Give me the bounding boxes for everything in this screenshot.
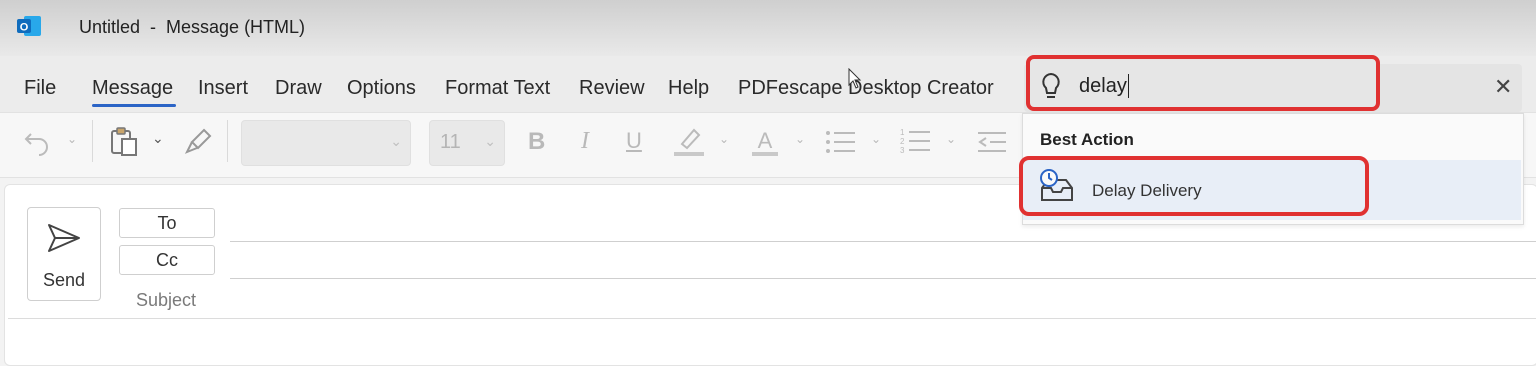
svg-text:1: 1 [900, 128, 905, 137]
send-icon [48, 224, 80, 252]
close-icon[interactable]: ✕ [1494, 74, 1512, 100]
italic-icon[interactable]: I [581, 128, 589, 155]
bold-icon[interactable]: B [528, 128, 545, 156]
paste-icon[interactable] [108, 126, 140, 158]
svg-text:3: 3 [900, 146, 905, 155]
menu-message[interactable]: Message [92, 77, 173, 100]
search-input[interactable]: delay [1079, 75, 1127, 98]
font-size-value: 11 [440, 131, 461, 153]
paste-dropdown-chevron-icon[interactable]: ⌄ [152, 130, 164, 147]
subject-field[interactable] [8, 318, 1536, 319]
format-painter-icon[interactable] [184, 126, 214, 156]
send-button[interactable]: Send [27, 207, 101, 301]
undo-icon[interactable] [22, 126, 52, 156]
menu-review[interactable]: Review [579, 77, 645, 100]
svg-text:A: A [758, 128, 773, 153]
ribbon-separator [227, 120, 228, 162]
to-field[interactable] [230, 241, 1536, 242]
mouse-cursor-icon [848, 68, 862, 89]
svg-text:2: 2 [900, 137, 905, 146]
to-button[interactable]: To [119, 208, 215, 238]
lightbulb-icon [1042, 72, 1060, 98]
active-tab-indicator [92, 104, 176, 107]
bullets-dropdown-chevron-icon[interactable]: ⌄ [871, 132, 881, 146]
outlook-logo-icon: O [17, 16, 41, 36]
menu-draw[interactable]: Draw [275, 77, 322, 100]
menu-file[interactable]: File [24, 77, 56, 100]
bullets-icon[interactable] [825, 128, 857, 156]
numbering-dropdown-chevron-icon[interactable]: ⌄ [946, 132, 956, 146]
window-title: Untitled - Message (HTML) [79, 17, 306, 37]
clock-inbox-icon [1040, 169, 1073, 201]
menu-pdfescape[interactable]: PDFescape Desktop Creator [738, 77, 994, 100]
chevron-down-icon: ⌄ [390, 133, 402, 149]
text-caret [1128, 74, 1129, 98]
subject-label: Subject [136, 290, 197, 310]
underline-icon[interactable]: U [626, 128, 642, 154]
svg-text:O: O [20, 22, 29, 34]
decrease-indent-icon[interactable] [976, 128, 1008, 156]
font-color-dropdown-chevron-icon[interactable]: ⌄ [795, 132, 805, 146]
delay-delivery-label: Delay Delivery [1092, 181, 1202, 200]
chevron-down-icon: ⌄ [484, 133, 496, 149]
cc-button[interactable]: Cc [119, 245, 215, 275]
font-color-icon[interactable]: A [749, 126, 781, 158]
menu-options[interactable]: Options [347, 77, 416, 100]
send-label: Send [42, 270, 86, 290]
font-size-combo[interactable]: 11 ⌄ [429, 120, 505, 166]
numbering-icon[interactable]: 1 2 3 [900, 126, 932, 156]
ribbon-separator [92, 120, 93, 162]
cc-field[interactable] [230, 278, 1536, 279]
best-action-heading: Best Action [1040, 130, 1134, 149]
menu-help[interactable]: Help [668, 77, 709, 100]
menu-format-text[interactable]: Format Text [445, 77, 550, 100]
highlight-icon[interactable] [672, 126, 706, 158]
menu-insert[interactable]: Insert [198, 77, 248, 100]
undo-dropdown-chevron-icon[interactable]: ⌄ [67, 132, 77, 146]
highlight-dropdown-chevron-icon[interactable]: ⌄ [719, 132, 729, 146]
font-name-combo[interactable]: ⌄ [241, 120, 411, 166]
